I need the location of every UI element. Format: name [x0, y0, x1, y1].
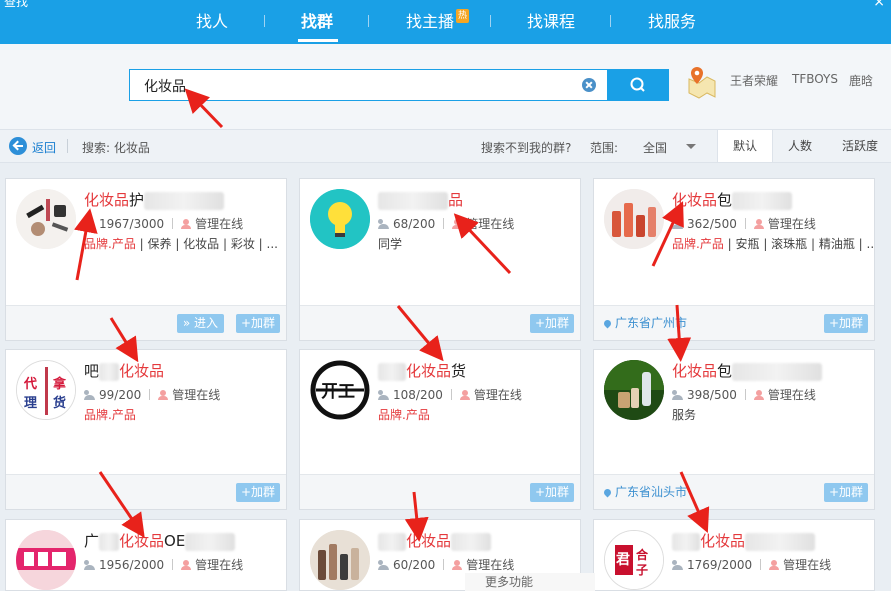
annotation-arrow: [651, 201, 684, 267]
annotation-arrow: [98, 471, 145, 538]
annotation-arrows: [74, 88, 710, 542]
annotation-arrow: [109, 317, 139, 363]
annotation-arrow: [667, 304, 692, 362]
annotation-arrow: [453, 213, 512, 275]
annotation-arrow: [184, 88, 224, 129]
annotation-arrow: [396, 305, 444, 362]
annotation-arrow: [404, 491, 429, 542]
annotation-arrow: [679, 471, 710, 533]
annotation-arrow: [74, 208, 98, 281]
